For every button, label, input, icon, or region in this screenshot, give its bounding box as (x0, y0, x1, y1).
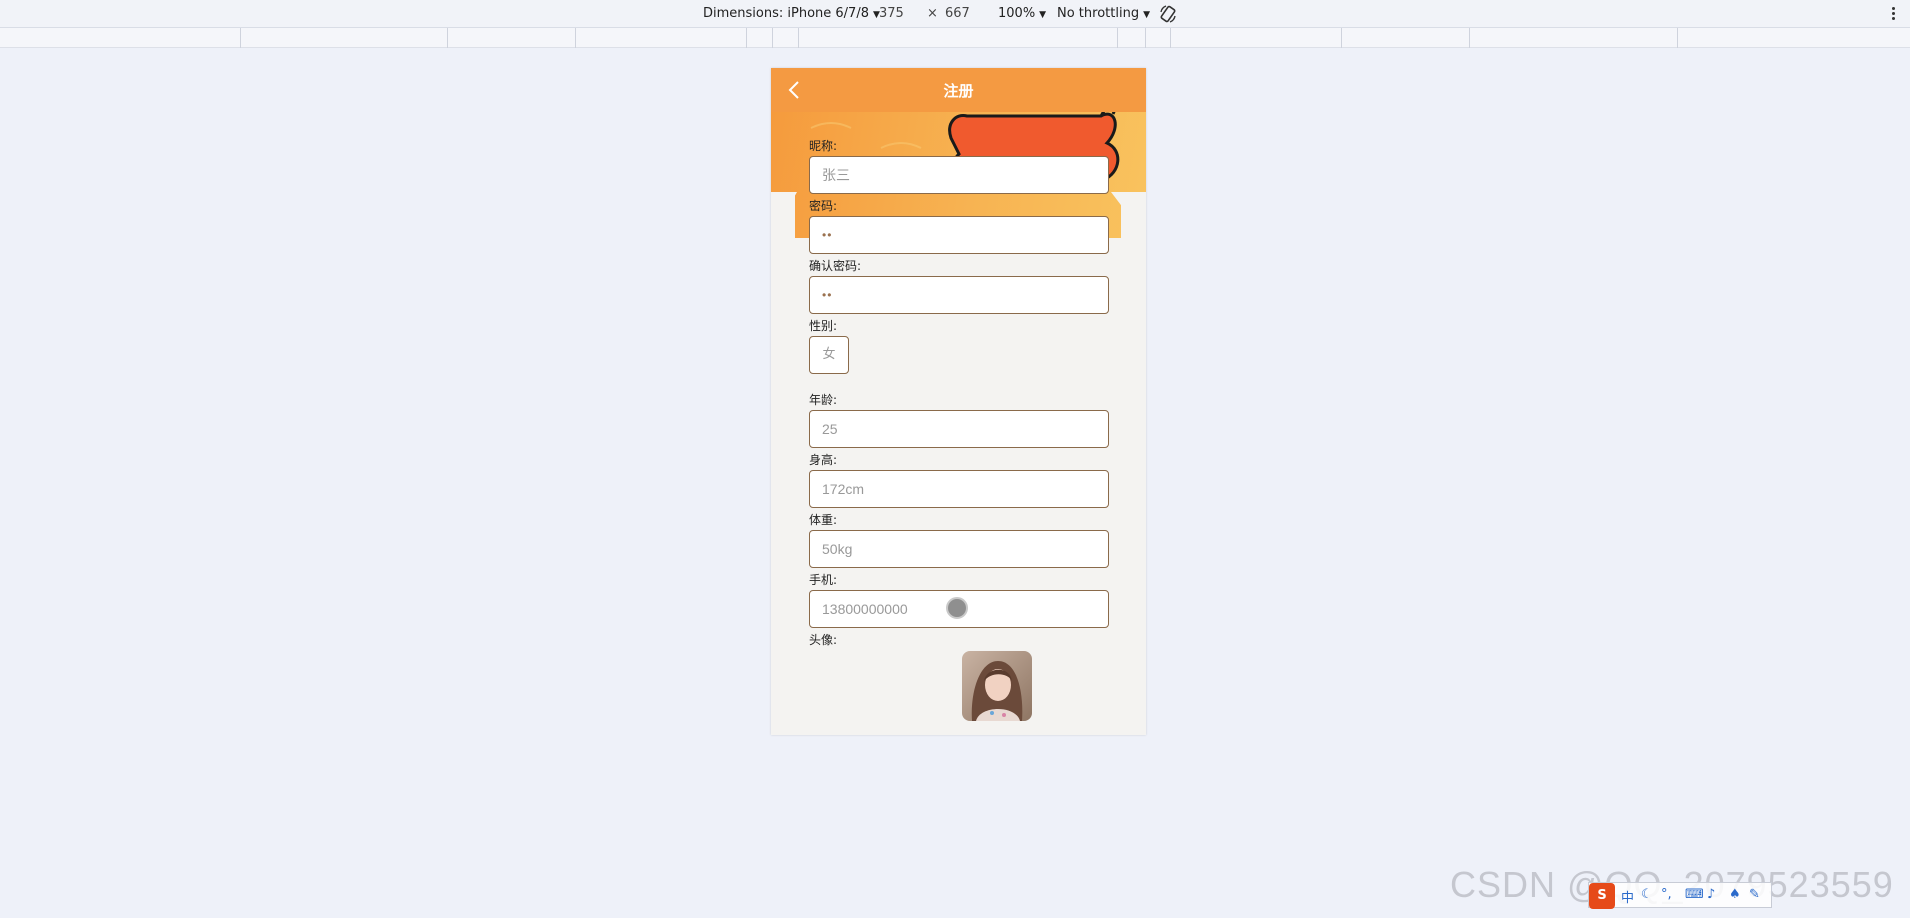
ruler-tick (1341, 28, 1342, 48)
nickname-field[interactable]: 张三 (809, 156, 1109, 194)
input-method-tray[interactable]: S 中 ☾ °, ⌨ ♪ ♠ ✎ (1588, 882, 1772, 909)
avatar-photo (962, 651, 1032, 721)
language-icon[interactable]: 中 (1621, 887, 1634, 906)
height-input[interactable]: 667 (945, 6, 970, 21)
more-options-icon[interactable] (1890, 5, 1896, 23)
avatar-label: 头像: (809, 633, 838, 647)
sogou-logo-icon: S (1589, 883, 1615, 909)
ruler-tick (1145, 28, 1146, 48)
chevron-down-icon: ▼ (1039, 10, 1047, 20)
weight-field[interactable]: 50kg (809, 530, 1109, 568)
gender-label: 性别: (809, 319, 838, 333)
moon-icon[interactable]: ☾ (1641, 887, 1653, 902)
rotate-icon[interactable] (1158, 4, 1178, 24)
confirm-password-label: 确认密码: (809, 259, 862, 273)
password-label: 密码: (809, 199, 838, 213)
phone-label: 手机: (809, 573, 838, 587)
zoom-select[interactable]: 100% ▼ (998, 6, 1046, 21)
touch-cursor-icon (946, 597, 968, 619)
height-field[interactable]: 172cm (809, 470, 1109, 508)
punctuation-icon[interactable]: °, (1661, 887, 1672, 902)
phone-viewport: 注册 001 昵称: 张三 密码: •• 确认密码: •• 性别: 女 年龄: … (771, 68, 1146, 735)
times-sign: × (927, 6, 938, 21)
device-label: Dimensions: iPhone 6/7/8 (703, 6, 869, 21)
chevron-down-icon: ▼ (1143, 10, 1150, 20)
ruler-tick (1170, 28, 1171, 48)
ruler-tick (772, 28, 773, 48)
phone-field[interactable]: 13800000000 (809, 590, 1109, 628)
ruler-tick (575, 28, 576, 48)
age-field[interactable]: 25 (809, 410, 1109, 448)
ruler-tick (1469, 28, 1470, 48)
voice-icon[interactable]: ♪ (1707, 887, 1715, 902)
nav-bar: 注册 (771, 68, 1146, 112)
height-label: 身高: (809, 453, 838, 467)
age-label: 年龄: (809, 393, 838, 407)
password-field[interactable]: •• (809, 216, 1109, 254)
zoom-label: 100% (998, 6, 1036, 21)
throttling-label: No throttling (1057, 6, 1140, 21)
nickname-label: 昵称: (809, 139, 838, 153)
confirm-password-field[interactable]: •• (809, 276, 1109, 314)
ruler-tick (1117, 28, 1118, 48)
throttling-select[interactable]: No throttling ▼ (1057, 6, 1150, 21)
device-select[interactable]: Dimensions: iPhone 6/7/8 ▼ (703, 6, 880, 21)
tools-icon[interactable]: ✎ (1749, 887, 1760, 902)
gender-field[interactable]: 女 (809, 336, 849, 374)
ruler-tick (746, 28, 747, 48)
avatar-image[interactable] (962, 651, 1032, 721)
width-input[interactable]: 375 (879, 6, 904, 21)
phone-placeholder: 13800000000 (822, 601, 908, 617)
page-title: 注册 (943, 82, 974, 100)
ruler-tick (798, 28, 799, 48)
device-toolbar: Dimensions: iPhone 6/7/8 ▼ 375 × 667 100%… (0, 0, 1910, 28)
keyboard-icon[interactable]: ⌨ (1685, 887, 1704, 902)
ruler-tick (447, 28, 448, 48)
ruler-tick (1677, 28, 1678, 48)
media-query-bar[interactable] (0, 28, 1910, 48)
weight-label: 体重: (809, 513, 838, 527)
skin-icon[interactable]: ♠ (1729, 887, 1741, 902)
ruler-tick (240, 28, 241, 48)
